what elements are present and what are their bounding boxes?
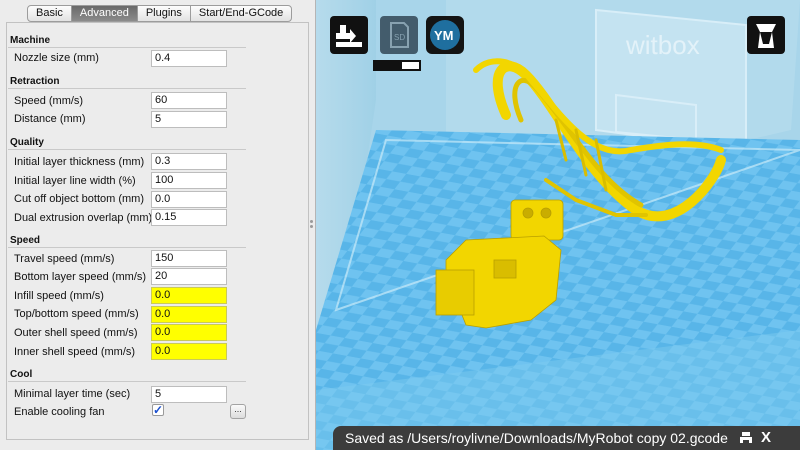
section-title-retraction: Retraction [10, 76, 60, 87]
initial-layer-thickness-label: Initial layer thickness (mm) [14, 156, 145, 168]
cut-off-object-bottom-label: Cut off object bottom (mm) [14, 193, 145, 205]
view-mode-button[interactable] [747, 16, 785, 54]
settings-panel: Basic Advanced Plugins Start/End-GCode M… [0, 0, 316, 450]
travel-speed-label: Travel speed (mm/s) [14, 253, 115, 265]
retraction-distance-field[interactable]: 5 [151, 111, 227, 128]
section-divider [8, 47, 246, 48]
close-icon[interactable]: X [761, 426, 771, 450]
retraction-speed-field[interactable]: 60 [151, 92, 227, 109]
robot-arm-part [435, 269, 475, 316]
svg-text:SD: SD [394, 33, 405, 42]
robot-eye-part [540, 207, 552, 219]
robot-joint-part [493, 259, 517, 279]
slice-progress-bar [373, 60, 421, 71]
section-title-machine: Machine [10, 35, 51, 46]
retraction-distance-label: Distance (mm) [14, 113, 86, 125]
tab-start-end-gcode[interactable]: Start/End-GCode [191, 6, 291, 21]
retraction-speed-label: Speed (mm/s) [14, 95, 84, 107]
status-notification: Saved as /Users/roylivne/Downloads/MyRob… [333, 426, 800, 450]
ym-logo-icon: YM [430, 20, 460, 50]
initial-layer-thickness-field[interactable]: 0.3 [151, 153, 227, 170]
load-model-button[interactable] [330, 16, 368, 54]
robot-head-part [510, 199, 564, 241]
cut-off-object-bottom-field[interactable]: 0.0 [151, 191, 227, 208]
top-bottom-speed-field[interactable]: 0.0 [151, 306, 227, 323]
status-message: Saved as /Users/roylivne/Downloads/MyRob… [345, 430, 728, 446]
tab-advanced[interactable]: Advanced [71, 6, 138, 21]
brand-logo: witbox [625, 30, 700, 60]
section-divider [8, 149, 246, 150]
tab-plugins[interactable]: Plugins [138, 6, 191, 21]
outer-shell-speed-field[interactable]: 0.0 [151, 324, 227, 341]
panel-splitter-handle[interactable] [310, 220, 314, 228]
robot-eye-part [522, 207, 534, 219]
3d-viewport[interactable]: witbox SD YM [316, 0, 800, 450]
enable-cooling-fan-checkbox[interactable]: ✓ [152, 404, 164, 416]
initial-layer-line-width-label: Initial layer line width (%) [14, 175, 136, 187]
nozzle-size-label: Nozzle size (mm) [14, 52, 99, 64]
minimal-layer-time-label: Minimal layer time (sec) [14, 388, 131, 400]
slice-progress-fill [375, 62, 403, 69]
tab-basic[interactable]: Basic [28, 6, 72, 21]
section-title-cool: Cool [10, 369, 33, 380]
section-divider [8, 247, 246, 248]
load-model-icon [336, 25, 362, 47]
save-to-sd-button[interactable]: SD [380, 16, 418, 54]
nozzle-size-field[interactable]: 0.4 [151, 50, 227, 67]
ym-button[interactable]: YM [426, 16, 464, 54]
dual-extrusion-overlap-label: Dual extrusion overlap (mm) [14, 212, 153, 224]
settings-tabs: Basic Advanced Plugins Start/End-GCode [27, 5, 293, 22]
inner-shell-speed-field[interactable]: 0.0 [151, 343, 227, 360]
infill-speed-label: Infill speed (mm/s) [14, 290, 104, 302]
initial-layer-line-width-field[interactable]: 100 [151, 172, 227, 189]
minimal-layer-time-field[interactable]: 5 [151, 386, 227, 403]
enable-cooling-fan-label: Enable cooling fan [14, 406, 105, 418]
section-divider [8, 88, 246, 89]
dual-extrusion-overlap-field[interactable]: 0.15 [151, 209, 227, 226]
section-divider [8, 381, 246, 382]
bottom-layer-speed-label: Bottom layer speed (mm/s) [14, 271, 147, 283]
view-mode-icon [756, 24, 776, 48]
section-title-speed: Speed [10, 235, 41, 246]
outer-shell-speed-label: Outer shell speed (mm/s) [14, 327, 138, 339]
print-icon[interactable] [739, 431, 753, 445]
svg-text:YM: YM [434, 28, 454, 43]
inner-shell-speed-label: Inner shell speed (mm/s) [14, 346, 136, 358]
cooling-more-button[interactable]: ... [230, 404, 246, 419]
bottom-layer-speed-field[interactable]: 20 [151, 268, 227, 285]
sd-card-icon: SD [390, 22, 409, 48]
travel-speed-field[interactable]: 150 [151, 250, 227, 267]
section-title-quality: Quality [10, 137, 44, 148]
top-bottom-speed-label: Top/bottom speed (mm/s) [14, 308, 139, 320]
infill-speed-field[interactable]: 0.0 [151, 287, 227, 304]
